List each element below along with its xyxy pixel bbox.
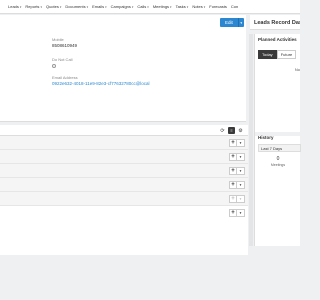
caret-down-icon: ▾ [240,20,243,25]
caret-down-icon[interactable]: ▾ [132,5,134,9]
nav-item-notes[interactable]: Notes ▾ [192,4,205,9]
add-icon[interactable]: + [229,181,237,189]
mobile-label: Mobile [52,37,64,42]
nav-label: Leads [8,4,19,9]
add-icon[interactable]: + [229,167,237,175]
top-nav: Leads ▾ Reports ▾ Quotes ▾ Documents ▾ Email… [0,0,300,14]
do-not-call-field: Do Not Call [52,57,72,68]
subpanel-row: + ▾ [0,150,248,164]
mobile-field: Mobile 8508610949 [52,37,77,48]
caret-down-icon[interactable]: ▾ [237,209,245,217]
nav-item-campaigns[interactable]: Campaigns ▾ [111,4,134,9]
nav-label: Campaigns [110,4,131,9]
subpanel-list: ⟳ ≡ ⚙ + ▾ + ▾ + ▾ + ▾ + ▾ + ▾ [0,125,248,255]
caret-down-icon[interactable]: ▾ [237,167,245,175]
tab-today[interactable]: Today [258,50,277,59]
mobile-value[interactable]: 8508610949 [52,43,77,48]
dashboard-header: Leads Record Dash [250,15,300,30]
subpanel-row: + ▾ [0,136,248,150]
nav-item-calls[interactable]: Calls ▾ [137,4,148,9]
nav-label: Emails [92,4,105,9]
history-meetings-label: Meetings [270,163,286,167]
nav-label: Tasks [175,4,186,9]
nav-item-tasks[interactable]: Tasks ▾ [176,4,189,9]
history-filter-select[interactable]: Last 7 Days [258,144,301,152]
nav-item-forecasts[interactable]: Forecasts [209,4,227,9]
caret-down-icon[interactable]: ▾ [237,181,245,189]
nav-label: Calls [137,4,147,9]
subpanel-toolbar: ⟳ ≡ ⚙ [0,125,248,136]
do-not-call-checkbox[interactable] [52,64,56,68]
dashlet-panel: Planned Activities Today Future No Histo… [254,34,301,246]
caret-down-icon[interactable]: ▾ [237,153,245,161]
email-field: Email Address 0922e632-4018-11e9-82e3-cf… [52,75,150,86]
nav-item-emails[interactable]: Emails ▾ [92,4,107,9]
email-label: Email Address [52,75,78,80]
tab-future[interactable]: Future [276,50,297,59]
nav-item-documents[interactable]: Documents ▾ [65,4,88,9]
add-icon: + [229,195,237,203]
history-title: History [258,135,274,140]
planned-tabs: Today Future [258,50,300,59]
nav-label: Con [230,4,239,9]
nav-item-reports[interactable]: Reports ▾ [25,4,42,9]
list-view-icon[interactable]: ≡ [228,127,235,134]
nav-label: Reports [25,4,40,9]
nav-label: Meetings [152,4,170,9]
caret-down-icon[interactable]: ▾ [147,5,149,9]
caret-down-icon[interactable]: ▾ [187,5,189,9]
caret-down-icon[interactable]: ▾ [237,139,245,147]
caret-down-icon: ▾ [237,195,245,203]
caret-down-icon[interactable]: ▾ [105,5,107,9]
settings-icon[interactable]: ⚙ [237,127,244,134]
subpanel-row: + ▾ [0,178,248,192]
edit-button-group: Edit ▾ [220,18,244,27]
nav-item-contacts[interactable]: Con [231,4,238,9]
add-icon[interactable]: + [229,139,237,147]
add-icon[interactable]: + [229,209,237,217]
nav-item-leads[interactable]: Leads ▾ [8,4,21,9]
do-not-call-label: Do Not Call [52,57,73,62]
caret-down-icon[interactable]: ▾ [60,5,62,9]
caret-down-icon[interactable]: ▾ [204,5,206,9]
caret-down-icon[interactable]: ▾ [87,5,89,9]
email-link[interactable]: 0922e632-4018-11e9-82e3-cf77632780cc@loc… [52,81,150,86]
refresh-icon[interactable]: ⟳ [219,127,226,134]
caret-down-icon[interactable]: ▾ [170,5,172,9]
nav-label: Forecasts [209,4,227,9]
add-icon[interactable]: + [229,153,237,161]
scrollbar[interactable] [249,34,253,246]
nav-label: Quotes [45,4,59,9]
nav-label: Notes [192,4,203,9]
history-meetings-count: 0 [276,156,280,162]
edit-button[interactable]: Edit [220,18,238,27]
no-data-text: No [294,67,300,72]
caret-down-icon[interactable]: ▾ [40,5,42,9]
subpanel-row: + ▾ [0,164,248,178]
nav-label: Documents [65,4,86,9]
record-panel: Edit ▾ Mobile 8508610949 Do Not Call Ema… [0,15,246,122]
nav-item-meetings[interactable]: Meetings ▾ [153,4,172,9]
planned-activities-title: Planned Activities [258,37,297,42]
edit-dropdown-button[interactable]: ▾ [237,18,244,27]
subpanel-row: + ▾ [0,192,248,206]
nav-item-quotes[interactable]: Quotes ▾ [46,4,61,9]
caret-down-icon[interactable]: ▾ [20,5,22,9]
subpanel-row: + ▾ [0,206,248,220]
